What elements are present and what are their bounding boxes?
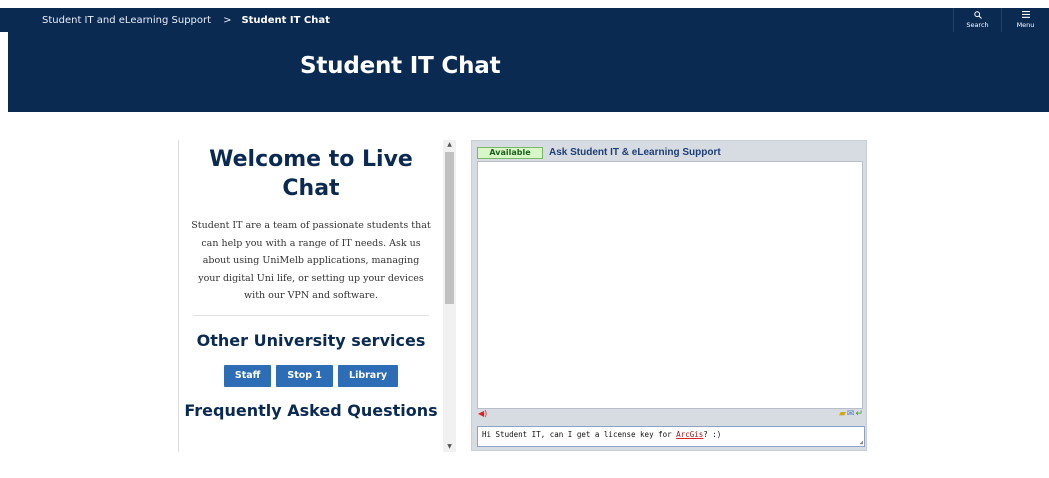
email-transcript-icon[interactable]: ✉ [847,408,855,420]
chat-header: Available Ask Student IT & eLearning Sup… [477,146,721,159]
stop1-button[interactable]: Stop 1 [276,364,334,387]
chat-toolbar: ◀) ▰ ✉ ↵ [477,408,863,420]
other-services-heading: Other University services [196,330,426,350]
info-panel-scrollbar[interactable]: ▲ ▼ [443,140,456,452]
service-buttons: Staff Stop 1 Library [179,364,443,387]
chat-title: Ask Student IT & eLearning Support [549,147,721,158]
welcome-heading: Welcome to Live Chat [209,147,413,201]
info-panel: Welcome to Live Chat Student IT are a te… [178,140,455,452]
file-transfer-icon[interactable]: ▰ [839,408,846,420]
intro-text: Student IT are a team of passionate stud… [191,220,431,301]
menu-button-label: Menu [1016,21,1035,29]
faq-heading: Frequently Asked Questions [184,400,438,420]
chat-tool-icons: ▰ ✉ ↵ [839,408,863,420]
top-actions: Search Menu [953,8,1049,32]
info-panel-content: Welcome to Live Chat Student IT are a te… [179,140,443,422]
chat-input-text-end: ? :) [703,430,722,439]
section-divider [193,314,429,316]
library-button[interactable]: Library [338,364,399,387]
page-header-band: Student IT Chat [8,32,1049,112]
page-title: Student IT Chat [300,53,501,79]
chat-widget: Available Ask Student IT & eLearning Sup… [471,140,867,451]
search-button[interactable]: Search [953,8,1001,32]
top-navigation-bar: Student IT and eLearning Support > Stude… [0,8,1049,32]
search-icon [973,11,982,21]
resize-grip-icon[interactable]: ◢ [859,439,863,446]
breadcrumb-current: Student IT Chat [241,14,330,26]
breadcrumb-link-parent[interactable]: Student IT and eLearning Support [42,15,211,26]
menu-icon [1021,11,1030,21]
status-badge: Available [477,146,543,159]
chat-input-text-start: Hi Student IT, can I get a license key f… [482,430,677,439]
breadcrumb: Student IT and eLearning Support > Stude… [0,15,330,26]
chat-transcript[interactable] [477,161,863,409]
scroll-up-arrow-icon[interactable]: ▲ [443,140,456,150]
chat-input-misspelled-word: ArcGis [676,430,704,439]
end-chat-icon[interactable]: ↵ [855,408,863,420]
staff-button[interactable]: Staff [223,364,272,387]
menu-button[interactable]: Menu [1001,8,1049,32]
chat-message-input[interactable]: Hi Student IT, can I get a license key f… [477,426,865,447]
sound-icon[interactable]: ◀) [478,409,487,418]
search-button-label: Search [966,21,989,29]
scroll-down-arrow-icon[interactable]: ▼ [443,442,456,452]
scrollbar-thumb[interactable] [445,152,454,304]
breadcrumb-separator: > [223,14,232,26]
